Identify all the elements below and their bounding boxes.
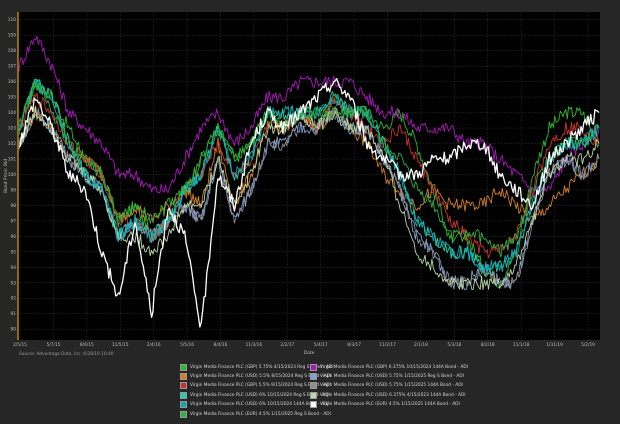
legend-label: Virgin Media Finance PLC (USD) 6% 10/15/… (190, 402, 329, 408)
y-tick-label: 109 (8, 33, 16, 39)
y-tick-label: 97 (11, 218, 17, 224)
x-tick-label: 8/2/18 (481, 342, 495, 348)
x-tick-label: 8/6/15 (80, 342, 94, 348)
x-tick-label: 11/5/15 (112, 342, 129, 348)
bond-price-chart: 90 91 92 93 94 95 96 97 98 99 100 101 102 103 104 105 10… (0, 0, 620, 420)
x-tick-label: 11/1/18 (513, 342, 530, 348)
y-tick-label: 99 (11, 187, 17, 193)
legend-swatch (180, 372, 187, 380)
x-tick-label: 11/3/16 (246, 342, 263, 348)
legend-swatch (310, 363, 317, 371)
legend-label: Virgin Media Finance PLC (USD) 6.375% 4/… (320, 392, 466, 398)
y-tick-label: 104 (8, 110, 16, 116)
y-tick-label: 95 (11, 249, 17, 255)
y-tick-label: 100 (8, 172, 16, 178)
legend-label: Virgin Media Finance PLC (GBP) 6.375% 10… (320, 364, 468, 370)
x-tick-label: 2/2/17 (280, 342, 294, 348)
legend-label: Virgin Media Finance PLC (EUR) 4.5% 1/15… (320, 402, 460, 408)
legend-swatch (310, 401, 317, 409)
legend-swatch (180, 363, 187, 371)
y-tick-label: 107 (8, 64, 16, 70)
x-tick-label: 5/2/19 (581, 342, 595, 348)
x-tick-label: 1/31/19 (546, 342, 563, 348)
x-tick-label: 5/5/16 (180, 342, 194, 348)
y-tick-label: 101 (8, 156, 16, 162)
y-tick-label: 108 (8, 48, 16, 54)
y-tick-label: 96 (11, 234, 17, 240)
x-tick-label: 2/4/16 (147, 342, 161, 348)
y-tick-label: 93 (11, 280, 17, 286)
x-tick-label: 5/7/15 (46, 342, 60, 348)
y-tick-label: 106 (8, 79, 16, 85)
legend-swatch (180, 410, 187, 418)
x-tick-label: 8/4/16 (214, 342, 228, 348)
legend-label: Virgin Media Finance PLC (USD) 5.75% 1/1… (320, 373, 464, 379)
legend: Virgin Media Finance PLC (GBP) 5.75% 4/1… (180, 362, 600, 418)
y-tick-label: 105 (8, 95, 16, 101)
legend-label: Virgin Media Finance PLC (EUR) 4.5% 1/15… (190, 411, 331, 417)
x-tick-label: 5/3/18 (447, 342, 461, 348)
plot-area (18, 12, 600, 340)
x-axis-label: Date (304, 350, 315, 356)
legend-entry: Virgin Media Finance PLC (EUR) 4.5% 1/15… (180, 409, 331, 419)
legend-label: Virgin Media Finance PLC (USD) 5.75% 1/1… (320, 383, 463, 389)
y-tick-label: 91 (11, 311, 17, 317)
y-tick-label: 92 (11, 296, 17, 302)
legend-swatch (180, 391, 187, 399)
y-tick-label: 90 (11, 327, 17, 333)
legend-label: Virgin Media Finance PLC (USD) 6% 10/15/… (190, 392, 330, 398)
y-tick-label: 103 (8, 126, 16, 132)
x-tick-label: 5/4/17 (314, 342, 328, 348)
legend-swatch (310, 391, 317, 399)
legend-swatch (180, 401, 187, 409)
x-tick-label: 8/3/17 (347, 342, 361, 348)
y-axis-label: Bond Price: Bid (3, 159, 9, 193)
legend-swatch (180, 382, 187, 390)
x-tick-label: 2/5/15 (13, 342, 27, 348)
legend-swatch (310, 382, 317, 390)
legend-swatch (310, 372, 317, 380)
y-tick-label: 98 (11, 203, 17, 209)
x-tick-label: 11/2/17 (379, 342, 396, 348)
x-tick-label: 2/1/18 (414, 342, 428, 348)
y-tick-label: 102 (8, 141, 16, 147)
source-note: Source: Advantage Data, Inc. 6/28/19 10:… (19, 352, 114, 357)
y-tick-label: 110 (8, 17, 16, 23)
legend-entry: Virgin Media Finance PLC (EUR) 4.5% 1/15… (310, 400, 460, 410)
chart-root: 90 91 92 93 94 95 96 97 98 99 100 101 102 103 104 105 10… (0, 0, 620, 420)
y-tick-label: 94 (11, 265, 17, 271)
